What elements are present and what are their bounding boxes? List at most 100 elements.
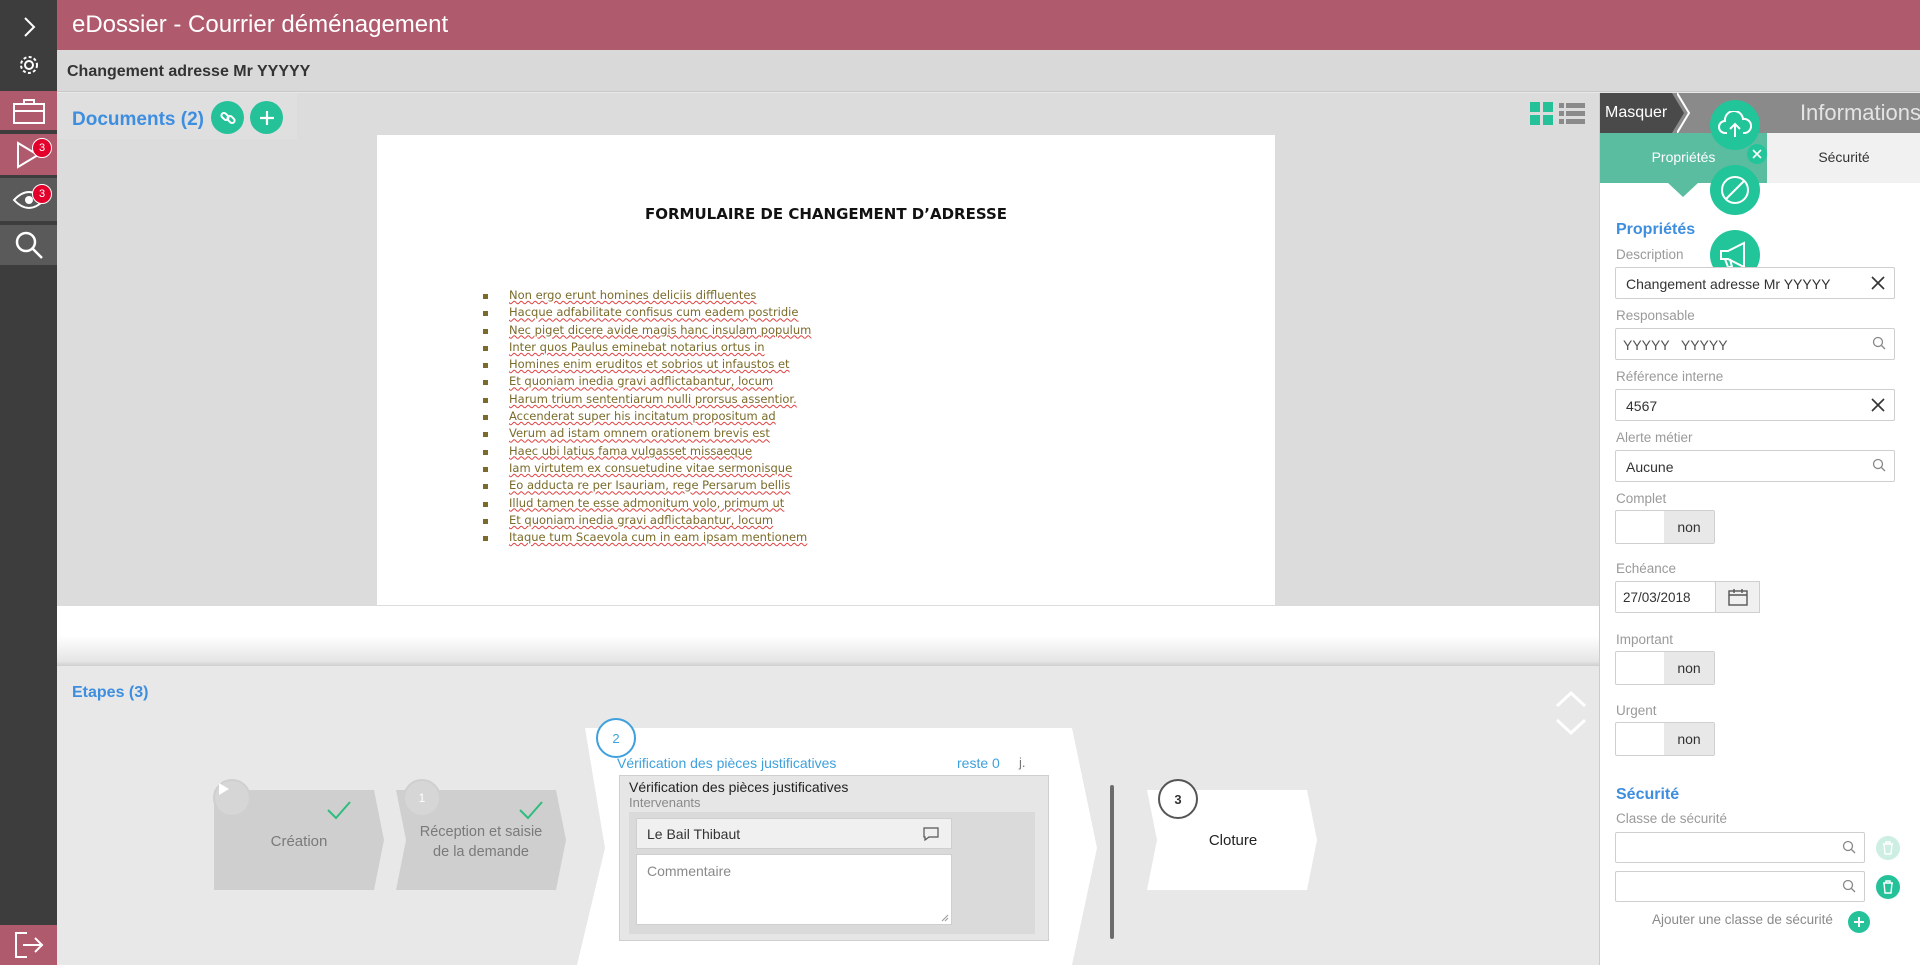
document-bullet-list: Non ergo erunt homines deliciis diffluen… [483,287,811,546]
search-button[interactable] [0,225,57,265]
step-creation-label: Création [270,833,328,850]
documents-header: Documents (2) [57,93,297,139]
trash-icon [1883,841,1893,855]
search-icon [15,231,43,259]
list-view-button[interactable] [1559,102,1585,131]
step-cloture[interactable]: 3 Cloture [1147,779,1319,890]
dossier-title: Changement adresse Mr YYYYY [57,50,1920,92]
comment-icon[interactable] [923,827,939,841]
reference-field[interactable]: 4567 [1615,389,1895,421]
section-properties: Propriétés [1616,221,1696,238]
detail-scrollbar[interactable] [1110,785,1114,939]
complet-label: Complet [1616,491,1667,506]
document-line: Homines enim eruditos et sobrios ut infa… [483,356,811,373]
intervenants-list: Le Bail Thibaut Commentaire [629,812,1035,934]
clear-icon[interactable] [1870,275,1886,291]
plus-icon [259,110,274,125]
list-view-icon [1559,103,1585,124]
description-field[interactable]: Changement adresse Mr YYYYY [1615,267,1895,299]
cloud-upload-icon [1718,111,1752,137]
expand-menu-button[interactable] [0,8,57,46]
document-line: Iam virtutem ex consuetudine vitae sermo… [483,460,811,477]
document-line: Inter quos Paulus eminebat notarius ortu… [483,339,811,356]
close-actions-button[interactable] [1747,144,1767,164]
responsable-label: Responsable [1616,308,1695,323]
link-document-button[interactable] [211,101,244,134]
check-icon [327,801,351,820]
etapes-area: Etapes (3) Création 1 Réception et saisi… [57,666,1599,965]
information-panel: Masquer Informations Propriétés Sécurité… [1599,93,1920,965]
document-line: Eo adducta re per Isauriam, rege Persaru… [483,477,811,494]
step-reception[interactable]: 1 Réception et saisie de la demande [396,779,566,890]
collapse-steps-button[interactable] [1554,688,1588,745]
documents-separator [57,606,1599,666]
echeance-label: Echéance [1616,561,1677,576]
watch-button[interactable]: 3 [0,178,57,221]
classe-field-2[interactable] [1615,871,1865,902]
dossiers-button[interactable] [0,91,57,130]
document-line: Hacque adfabilitate confisus cum eadem p… [483,304,811,321]
comment-placeholder: Commentaire [647,863,732,879]
search-icon[interactable] [1842,840,1856,854]
complet-toggle[interactable]: non [1615,510,1715,544]
step-number: 3 [1158,779,1198,819]
comment-field[interactable]: Commentaire [636,854,952,925]
urgent-label: Urgent [1616,703,1657,718]
upload-button[interactable] [1710,100,1760,150]
documents-title: Documents (2) [72,109,204,130]
search-icon[interactable] [1872,336,1886,350]
forbidden-icon [1721,176,1749,204]
clear-icon[interactable] [1870,397,1886,413]
tab-security[interactable]: Sécurité [1767,133,1920,183]
detail-title: Vérification des pièces justificatives [629,779,849,795]
tasks-badge: 3 [32,138,52,158]
etapes-title: Etapes (3) [72,684,149,701]
close-icon [1752,149,1762,159]
search-icon[interactable] [1872,458,1886,472]
remaining-days: reste 0 [957,755,1000,771]
detail-subtitle: Intervenants [629,795,701,810]
alerte-field[interactable]: Aucune [1615,450,1895,482]
hide-panel-button[interactable]: Masquer [1600,93,1672,133]
add-class-button[interactable] [1848,911,1870,933]
chevron-up-down-icon [1555,690,1587,736]
document-line: Et quoniam inedia gravi adflictabantur, … [483,373,811,390]
document-preview[interactable]: FORMULAIRE DE CHANGEMENT D’ADRESSE Non e… [377,135,1275,605]
briefcase-icon [12,98,45,124]
document-line: Illud tamen te esse admonitum volo, prim… [483,495,811,512]
search-icon[interactable] [1842,879,1856,893]
step-detail-box: Vérification des pièces justificatives I… [619,775,1049,941]
intervenant-row[interactable]: Le Bail Thibaut [636,818,952,849]
description-label: Description [1616,247,1684,262]
step-creation[interactable]: Création [213,779,384,890]
documents-area: Documents (2) FORMULAIRE DE CHANGEMENT D… [57,93,1599,606]
panel-title: Informations [1799,100,1920,125]
block-button[interactable] [1710,165,1760,215]
classe-field-1[interactable] [1615,832,1865,863]
app-title: eDossier - Courrier déménagement [57,0,1920,50]
document-line: Non ergo erunt homines deliciis diffluen… [483,287,811,304]
intervenant-name: Le Bail Thibaut [647,826,741,842]
watch-badge: 3 [32,184,52,204]
document-line: Verum ad istam omnem orationem brevis es… [483,425,811,442]
add-document-button[interactable] [250,101,283,134]
logout-button[interactable] [0,925,57,965]
settings-button[interactable] [0,50,57,80]
days-unit: j. [1019,755,1026,770]
grid-view-button[interactable] [1530,102,1554,131]
calendar-button[interactable] [1715,581,1760,613]
urgent-toggle[interactable]: non [1615,722,1715,756]
plus-icon [1854,917,1864,927]
step-title: Vérification des pièces justificatives [617,755,837,771]
document-line: Accenderat super his incitatum propositu… [483,408,811,425]
echeance-field[interactable]: 27/03/2018 [1615,581,1716,613]
step-verification[interactable]: 2 Vérification des pièces justificatives… [577,718,1142,965]
important-toggle[interactable]: non [1615,651,1715,685]
tasks-button[interactable]: 3 [0,134,57,175]
grid-view-icon [1530,102,1553,125]
megaphone-icon [1720,241,1745,269]
responsable-field[interactable]: YYYYY YYYYY [1615,328,1895,360]
resize-handle-icon[interactable] [941,914,949,922]
document-line: Itaque tum Scaevola cum in eam ipsam men… [483,529,811,546]
delete-class-button[interactable] [1876,875,1900,899]
